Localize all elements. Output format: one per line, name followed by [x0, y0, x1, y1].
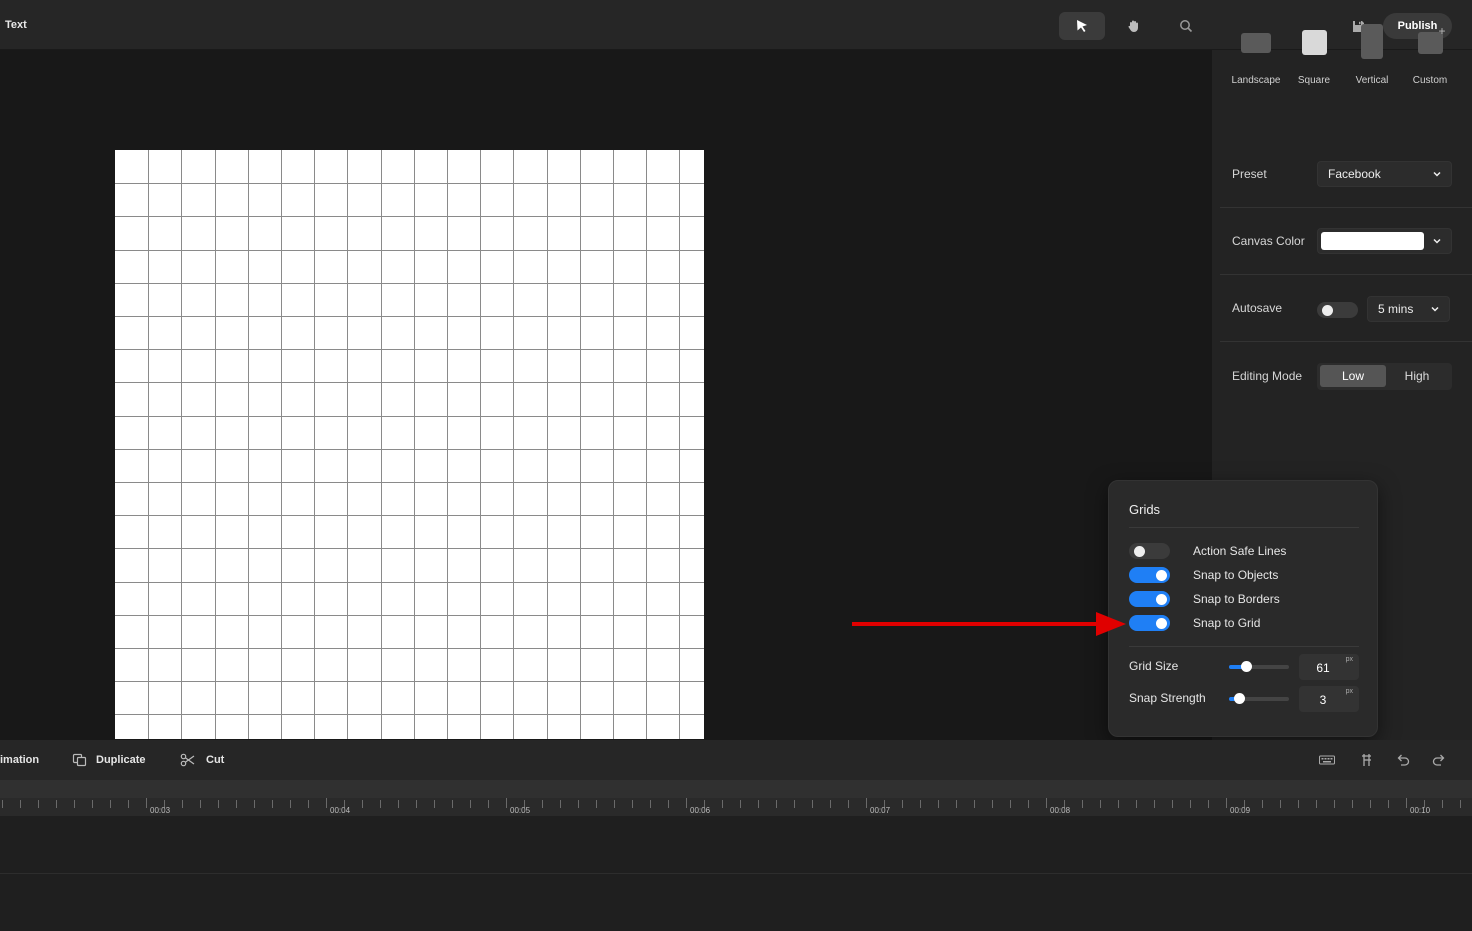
timeline-tick-label: 00:08 — [1050, 806, 1071, 815]
hand-icon — [1128, 20, 1138, 33]
canvas-color-swatch[interactable] — [1321, 232, 1424, 250]
ratio-vertical-button[interactable]: Vertical — [1344, 22, 1400, 86]
autosave-interval-value: 5 mins — [1378, 302, 1414, 316]
slider-thumb[interactable] — [1241, 661, 1252, 672]
timeline-track[interactable] — [0, 874, 1472, 931]
editing-mode-high[interactable]: High — [1384, 365, 1450, 387]
select-tool-button[interactable] — [1059, 12, 1105, 40]
snap-to-borders-toggle[interactable] — [1129, 591, 1170, 607]
grids-title: Grids — [1129, 502, 1161, 517]
toggle-knob — [1156, 618, 1167, 629]
grid-size-slider[interactable] — [1229, 661, 1289, 672]
landscape-icon — [1241, 33, 1271, 53]
snap-to-grid-label: Snap to Grid — [1193, 616, 1261, 630]
snap-strength-input[interactable]: 3 px — [1299, 686, 1359, 712]
unit-label: px — [1345, 656, 1353, 663]
preset-label: Preset — [1232, 167, 1267, 181]
ratio-label: Square — [1297, 75, 1331, 86]
action-safe-lines-toggle[interactable] — [1129, 543, 1170, 559]
design-canvas[interactable] — [115, 150, 704, 739]
custom-icon: + — [1417, 24, 1446, 54]
timeline-tick-label: 00:03 — [150, 806, 171, 815]
animation-button[interactable]: imation — [0, 754, 39, 766]
snap-to-objects-label: Snap to Objects — [1193, 568, 1279, 582]
timeline-tick-label: 00:09 — [1230, 806, 1251, 815]
toggle-knob — [1156, 594, 1167, 605]
snap-to-borders-label: Snap to Borders — [1193, 592, 1280, 606]
document-title: Text — [5, 19, 27, 31]
pointer-icon — [1077, 20, 1087, 32]
ratio-label: Custom — [1412, 75, 1448, 86]
timeline-track[interactable] — [0, 816, 1472, 874]
cut-button[interactable]: Cut — [206, 754, 224, 766]
ratio-landscape-button[interactable]: Landscape — [1228, 22, 1284, 86]
chevron-down-icon — [1433, 171, 1441, 177]
autosave-interval-dropdown[interactable]: 5 mins — [1367, 296, 1450, 322]
autosave-label: Autosave — [1232, 301, 1283, 315]
divider — [1129, 527, 1359, 528]
divider — [1220, 207, 1472, 208]
zoom-icon — [1180, 20, 1193, 33]
snap-strength-value: 3 — [1319, 693, 1327, 707]
duplicate-button[interactable]: Duplicate — [96, 754, 146, 766]
timeline-tick-label: 00:07 — [870, 806, 891, 815]
autosave-toggle[interactable] — [1317, 302, 1358, 318]
vertical-icon — [1361, 24, 1383, 59]
canvas-color-label: Canvas Color — [1232, 234, 1305, 248]
square-icon — [1301, 30, 1327, 55]
scissors-icon — [180, 753, 195, 767]
ratio-custom-button[interactable]: + Custom — [1402, 22, 1458, 86]
action-safe-lines-label: Action Safe Lines — [1193, 544, 1287, 558]
ratio-label: Vertical — [1355, 75, 1389, 86]
split-icon[interactable] — [1359, 753, 1375, 767]
preset-dropdown[interactable]: Facebook — [1317, 161, 1452, 187]
app-window: Text Publish Landscape Square Vertical +… — [0, 0, 1472, 931]
timeline-ruler[interactable] — [0, 780, 1472, 816]
grid-size-label: Grid Size — [1129, 659, 1179, 673]
divider — [1220, 341, 1472, 342]
snap-to-objects-toggle[interactable] — [1129, 567, 1170, 583]
canvas-grid-lines — [115, 150, 704, 739]
slider-thumb[interactable] — [1234, 693, 1245, 704]
ratio-label: Landscape — [1231, 75, 1281, 86]
unit-label: px — [1345, 688, 1353, 695]
ruler-ticks — [2, 798, 1461, 808]
divider — [1220, 274, 1472, 275]
timeline-tick-label: 00:10 — [1410, 806, 1431, 815]
chevron-down-icon — [1433, 238, 1441, 244]
keyboard-icon[interactable] — [1319, 753, 1335, 767]
toggle-knob — [1322, 305, 1333, 316]
zoom-tool-button[interactable] — [1163, 12, 1209, 40]
ratio-square-button[interactable]: Square — [1286, 22, 1342, 86]
redo-icon[interactable] — [1431, 753, 1447, 767]
grids-popover: Grids Action Safe Lines Snap to Objects … — [1108, 480, 1378, 737]
hand-tool-button[interactable] — [1111, 12, 1157, 40]
toggle-knob — [1134, 546, 1145, 557]
toggle-knob — [1156, 570, 1167, 581]
snap-to-grid-toggle[interactable] — [1129, 615, 1170, 631]
preset-value: Facebook — [1328, 167, 1381, 181]
undo-icon[interactable] — [1395, 753, 1411, 767]
editing-mode-toggle: Low High — [1317, 363, 1452, 390]
snap-strength-slider[interactable] — [1229, 693, 1289, 704]
divider — [1129, 646, 1359, 647]
editing-mode-label: Editing Mode — [1232, 369, 1303, 383]
grid-size-input[interactable]: 61 px — [1299, 654, 1359, 680]
timeline-tick-label: 00:04 — [330, 806, 351, 815]
duplicate-icon — [72, 753, 87, 767]
editing-mode-low[interactable]: Low — [1320, 365, 1386, 387]
timeline-tick-label: 00:06 — [690, 806, 711, 815]
grid-size-value: 61 — [1316, 661, 1330, 675]
annotation-arrow-icon — [852, 612, 1126, 636]
snap-strength-label: Snap Strength — [1129, 691, 1206, 705]
chevron-down-icon — [1431, 306, 1439, 312]
timeline-tick-label: 00:05 — [510, 806, 531, 815]
bottom-toolbar: imation Duplicate Cut — [0, 740, 1472, 780]
